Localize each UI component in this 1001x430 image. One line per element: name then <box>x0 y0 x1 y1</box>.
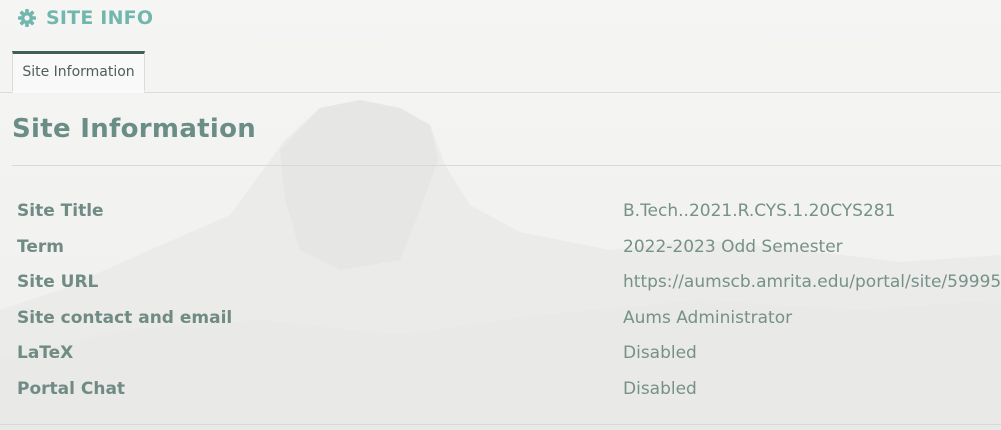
info-row-portal-chat: Portal Chat Disabled <box>0 372 1001 408</box>
info-row-term: Term 2022-2023 Odd Semester <box>0 230 1001 266</box>
info-value: B.Tech..2021.R.CYS.1.20CYS281 <box>623 201 896 221</box>
gear-icon <box>17 8 37 28</box>
info-label: LaTeX <box>17 343 74 363</box>
info-label: Site contact and email <box>17 307 233 328</box>
tool-header: SITE INFO <box>17 5 153 31</box>
info-value: Disabled <box>623 378 697 399</box>
info-label: Site Title <box>17 201 104 221</box>
info-row-site-contact: Site contact and email Aums Administrato… <box>0 301 1001 337</box>
info-value: https://aumscb.amrita.edu/portal/site/59… <box>623 272 1001 292</box>
tool-title: SITE INFO <box>46 7 154 29</box>
site-info-table: Site Title B.Tech..2021.R.CYS.1.20CYS281… <box>0 194 1001 407</box>
info-label: Portal Chat <box>17 378 126 399</box>
info-label: Site URL <box>17 272 99 292</box>
info-value: 2022-2023 Odd Semester <box>623 236 843 257</box>
info-value: Disabled <box>623 343 697 363</box>
info-value: Aums Administrator <box>623 307 793 328</box>
page-title: Site Information <box>12 114 257 144</box>
info-row-site-title: Site Title B.Tech..2021.R.CYS.1.20CYS281 <box>0 194 1001 230</box>
info-row-latex: LaTeX Disabled <box>0 336 1001 372</box>
tab-bar: Site Information <box>0 51 1001 93</box>
title-divider <box>12 165 1001 166</box>
bottom-divider <box>0 424 1001 425</box>
tab-site-information[interactable]: Site Information <box>12 51 145 93</box>
info-row-site-url: Site URL https://aumscb.amrita.edu/porta… <box>0 265 1001 301</box>
info-label: Term <box>17 236 64 257</box>
